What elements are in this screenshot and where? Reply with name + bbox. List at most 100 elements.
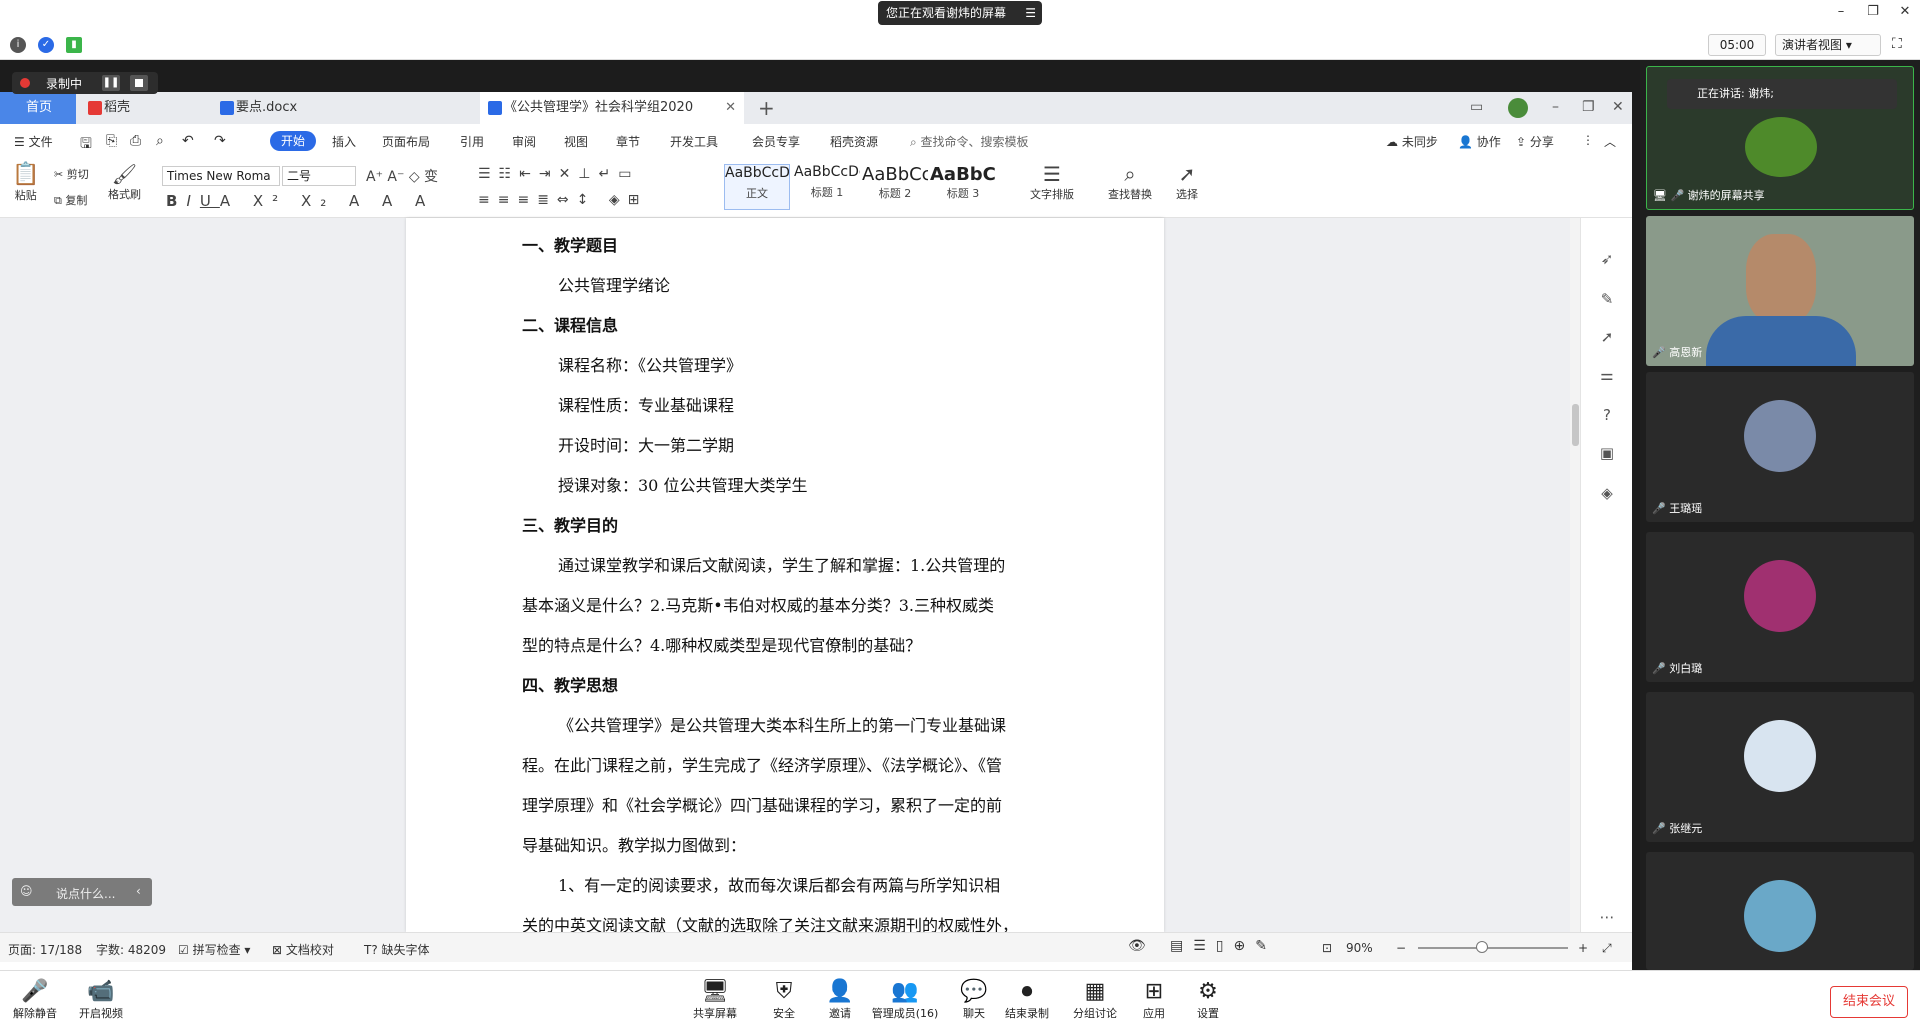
avatar[interactable] bbox=[1508, 98, 1528, 118]
share-button[interactable]: ⇪ 分享 bbox=[1516, 133, 1554, 150]
zoom-fit-icon[interactable]: ⊡ bbox=[1322, 941, 1332, 955]
menu-icon[interactable]: ☰ bbox=[1025, 1, 1036, 25]
participant-card[interactable]: 🎤 张继元 bbox=[1646, 692, 1914, 842]
share-screen-button[interactable]: 🖥 共享屏幕 bbox=[690, 979, 740, 1021]
collapse-icon[interactable]: ‹ bbox=[136, 884, 141, 898]
tab-home[interactable]: 首页 bbox=[0, 92, 76, 124]
fullscreen-icon[interactable]: ⛶ bbox=[1892, 36, 1910, 54]
participant-card[interactable] bbox=[1646, 852, 1914, 970]
grow-font-icon[interactable]: A⁺ A⁻ ◇ 变 bbox=[366, 166, 438, 186]
security-button[interactable]: ⛨ 安全 bbox=[766, 979, 802, 1021]
redo-icon[interactable]: ↷ bbox=[214, 133, 226, 149]
paste-button[interactable]: 📋 粘贴 bbox=[12, 162, 39, 203]
pen-icon[interactable]: ✎ bbox=[1597, 290, 1617, 310]
start-video-button[interactable]: 📹 开启视频 bbox=[76, 979, 126, 1021]
style-heading-2[interactable]: AaBbCc 标题 2 bbox=[862, 164, 928, 210]
minimize-icon[interactable]: – bbox=[1830, 4, 1852, 22]
chat-input[interactable]: ☺ 说点什么... ‹ bbox=[12, 878, 152, 906]
cut-button[interactable]: ✂ 剪切 bbox=[54, 166, 89, 182]
participant-card[interactable]: 🎤 高恩新 bbox=[1646, 216, 1914, 366]
emoji-icon[interactable]: ☺ bbox=[20, 884, 33, 898]
image-icon[interactable]: ▣ bbox=[1597, 444, 1617, 464]
missing-font-button[interactable]: T? 缺失字体 bbox=[364, 941, 430, 958]
participant-card[interactable]: 正在讲话: 谢炜; 🖥 🎤 谢炜的屏幕共享 bbox=[1646, 66, 1914, 210]
minimize-icon[interactable]: – bbox=[1552, 99, 1559, 115]
zoom-slider[interactable] bbox=[1418, 947, 1568, 949]
close-tab-icon[interactable]: ✕ bbox=[725, 92, 736, 124]
zoom-out-icon[interactable]: − bbox=[1396, 941, 1406, 955]
participant-card[interactable]: 🎤 刘白璐 bbox=[1646, 532, 1914, 682]
pointer-icon[interactable]: ➚ bbox=[1597, 328, 1617, 348]
apps-button[interactable]: ⊞ 应用 bbox=[1136, 979, 1172, 1021]
restore-icon[interactable]: ❐ bbox=[1862, 4, 1884, 22]
layout-icon[interactable]: ▭ bbox=[1470, 99, 1483, 115]
menu-page-layout[interactable]: 页面布局 bbox=[382, 133, 430, 150]
help-icon[interactable]: ? bbox=[1597, 406, 1617, 426]
breakout-button[interactable]: ▦ 分组讨论 bbox=[1070, 979, 1120, 1021]
menu-file[interactable]: ☰ 文件 bbox=[14, 133, 53, 150]
menu-start[interactable]: 开始 bbox=[270, 131, 316, 151]
end-meeting-button[interactable]: 结束会议 bbox=[1830, 986, 1908, 1018]
document-page[interactable]: 一、教学题目 公共管理学绪论 二、课程信息 课程名称：《公共管理学》 课程性质：专业基础… bbox=[406, 218, 1164, 935]
style-heading-3[interactable]: AaBbCc 标题 3 bbox=[930, 164, 996, 210]
view-mode-icons[interactable]: ▤☰▯⊕✎ bbox=[1170, 938, 1277, 954]
proofread-button[interactable]: ⊠ 文档校对 bbox=[272, 941, 334, 958]
font-size-select[interactable]: 二号 bbox=[282, 166, 356, 186]
print-icon[interactable]: ⎙ bbox=[130, 133, 141, 149]
end-record-button[interactable]: ⏺ 结束录制 bbox=[1002, 979, 1052, 1021]
zoom-in-icon[interactable]: + bbox=[1578, 941, 1588, 955]
collab-button[interactable]: 👤 协作 bbox=[1458, 133, 1501, 150]
spellcheck-button[interactable]: ☑ 拼写检查 ▾ bbox=[178, 941, 250, 958]
text-layout-button[interactable]: ☰ 文字排版 bbox=[1030, 162, 1074, 202]
speaker-view-button[interactable]: 演讲者视图 ▾ bbox=[1775, 34, 1881, 56]
style-normal[interactable]: AaBbCcDd 正文 bbox=[724, 164, 790, 210]
sync-button[interactable]: ☁ 未同步 bbox=[1386, 133, 1438, 150]
zoom-level[interactable]: 90% bbox=[1346, 941, 1373, 955]
export-icon[interactable]: ⎘ bbox=[106, 133, 117, 149]
find-replace-button[interactable]: ⌕ 查找替换 bbox=[1108, 162, 1152, 202]
info-icon[interactable]: i bbox=[10, 37, 26, 53]
vertical-scrollbar[interactable] bbox=[1570, 218, 1580, 932]
tab-yaodian[interactable]: 要点.docx bbox=[212, 92, 472, 124]
menu-developer[interactable]: 开发工具 bbox=[670, 133, 718, 150]
align-icons[interactable]: ≡≡≡≣⇔↕ ◈⊞ bbox=[478, 192, 647, 208]
list-icons[interactable]: ☰☷⇤⇥✕⊥↵▭ bbox=[478, 166, 639, 182]
shield-icon[interactable]: ✓ bbox=[38, 37, 54, 53]
expand-icon[interactable]: ⤢ bbox=[1602, 941, 1612, 956]
menu-review[interactable]: 审阅 bbox=[512, 133, 536, 150]
style-heading-1[interactable]: AaBbCcDc 标题 1 bbox=[794, 164, 860, 210]
manage-members-button[interactable]: 👥 管理成员(16) bbox=[870, 979, 940, 1021]
add-tab-icon[interactable]: + bbox=[758, 96, 775, 120]
collapse-ribbon-icon[interactable]: ︿ bbox=[1604, 133, 1616, 150]
scrollbar-thumb[interactable] bbox=[1572, 404, 1579, 446]
tab-daoke[interactable]: 稻壳 bbox=[80, 92, 196, 124]
share-notice[interactable]: 您正在观看谢炜的屏幕 ☰ bbox=[878, 1, 1042, 25]
select-button[interactable]: ➚ 选择 bbox=[1176, 162, 1198, 202]
menu-insert[interactable]: 插入 bbox=[332, 133, 356, 150]
close-icon[interactable]: ✕ bbox=[1612, 99, 1624, 115]
preview-icon[interactable]: ⌕ bbox=[156, 133, 164, 149]
unmute-button[interactable]: 🎤 解除静音 bbox=[10, 979, 60, 1021]
participant-card[interactable]: 🎤 王璐瑶 bbox=[1646, 372, 1914, 522]
menu-chapter[interactable]: 章节 bbox=[616, 133, 640, 150]
menu-daoke-resources[interactable]: 稻壳资源 bbox=[830, 133, 878, 150]
settings-button[interactable]: ⚙ 设置 bbox=[1190, 979, 1226, 1021]
eye-icon[interactable]: 👁 bbox=[1128, 938, 1146, 954]
more-icon[interactable]: ⋮ bbox=[1582, 133, 1594, 147]
undo-icon[interactable]: ↶ bbox=[182, 133, 194, 149]
more-dots-icon[interactable]: ⋯ bbox=[1597, 908, 1617, 928]
format-painter-button[interactable]: 🖌 格式刷 bbox=[108, 162, 141, 202]
sliders-icon[interactable]: ⚌ bbox=[1597, 366, 1617, 386]
menu-member[interactable]: 会员专享 bbox=[752, 133, 800, 150]
stop-icon[interactable] bbox=[130, 75, 148, 91]
menu-references[interactable]: 引用 bbox=[460, 133, 484, 150]
font-name-select[interactable]: Times New Roma bbox=[162, 166, 280, 186]
menu-view[interactable]: 视图 bbox=[564, 133, 588, 150]
tab-document[interactable]: 《公共管理学》社会科学组2020 ✕ bbox=[480, 92, 744, 124]
command-search[interactable]: ⌕ 查找命令、搜索模板 bbox=[910, 133, 1029, 150]
invite-button[interactable]: 👤 邀请 bbox=[820, 979, 860, 1021]
rocket-icon[interactable]: ➶ bbox=[1597, 250, 1617, 270]
pause-icon[interactable]: ❚❚ bbox=[102, 75, 120, 91]
chat-button[interactable]: 💬 聊天 bbox=[956, 979, 992, 1021]
save-icon[interactable]: 🖫 bbox=[80, 133, 92, 157]
